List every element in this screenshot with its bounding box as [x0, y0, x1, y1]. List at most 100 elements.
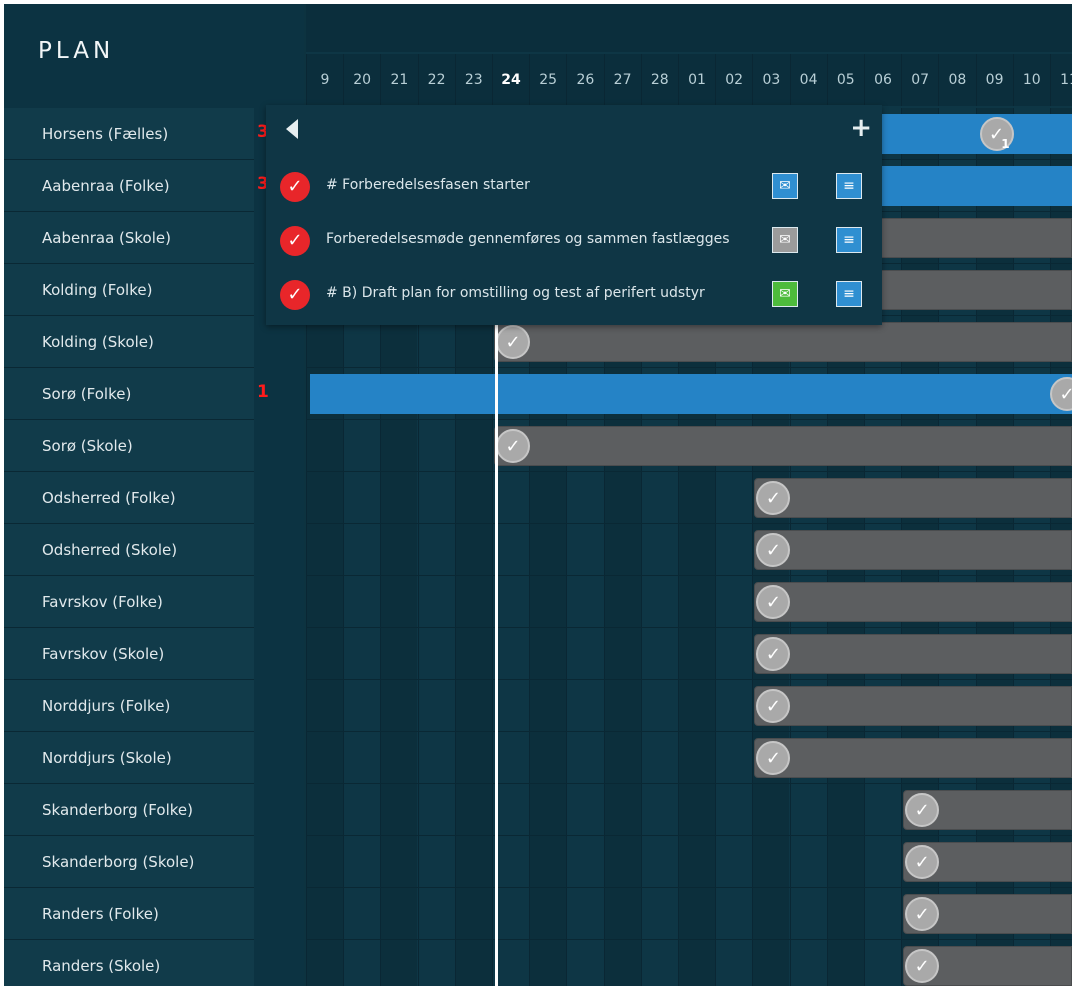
task-bar[interactable]: [494, 322, 1072, 362]
row-label-text: Sorø (Skole): [42, 437, 133, 455]
sidebar-row-label[interactable]: Aabenraa (Skole): [4, 212, 254, 264]
date-header-cell: 28: [640, 54, 678, 106]
row-count-badge: 1: [257, 382, 269, 402]
date-header-cell: 07: [901, 54, 938, 106]
milestone-sub-count: 1: [1001, 137, 1010, 151]
gantt-header: [306, 4, 1072, 52]
sidebar-row-label[interactable]: Kolding (Skole): [4, 316, 254, 368]
sidebar-row-label[interactable]: Aabenraa (Folke) 3: [4, 160, 269, 212]
row-label-text: Aabenraa (Skole): [42, 229, 171, 247]
sidebar: PLAN Horsens (Fælles) 3 Aabenraa (Folke) 3 A…: [4, 4, 304, 986]
sidebar-row-label[interactable]: Favrskov (Skole): [4, 628, 254, 680]
task-bar[interactable]: [754, 530, 1072, 570]
milestone-check-icon[interactable]: ✓: [496, 429, 530, 463]
sidebar-row-label[interactable]: Randers (Folke): [4, 888, 254, 940]
sidebar-row-label[interactable]: Sorø (Folke) 1: [4, 368, 269, 420]
document-icon[interactable]: ≡: [836, 227, 862, 253]
date-label: 07: [911, 72, 930, 88]
task-bar[interactable]: [754, 686, 1072, 726]
document-icon[interactable]: ≡: [836, 281, 862, 307]
date-label: 20: [353, 72, 372, 88]
row-label-text: Kolding (Skole): [42, 333, 154, 351]
task-row[interactable]: ✓ # Forberedelsesfasen starter ✉ ≡: [266, 161, 882, 211]
task-bar[interactable]: [866, 166, 1072, 206]
task-bar[interactable]: [310, 374, 1072, 414]
task-popup: + ✓ # Forberedelsesfasen starter ✉ ≡ ✓ Forber…: [266, 105, 882, 325]
sidebar-row-label[interactable]: Randers (Skole): [4, 940, 254, 986]
sidebar-row-label[interactable]: Favrskov (Folke): [4, 576, 254, 628]
sidebar-row-label[interactable]: Sorø (Skole): [4, 420, 254, 472]
date-header-cell: 9: [306, 54, 343, 106]
mail-icon[interactable]: ✉: [772, 227, 798, 253]
page-title: PLAN: [38, 38, 115, 64]
task-bar[interactable]: [866, 218, 1072, 258]
milestone-check-icon[interactable]: ✓1: [979, 117, 1014, 151]
date-label: 11: [1060, 72, 1072, 88]
task-bar[interactable]: [754, 582, 1072, 622]
date-header-cell: 09: [975, 54, 1013, 106]
date-label: 10: [1022, 72, 1041, 88]
date-label: 02: [725, 72, 744, 88]
task-bar[interactable]: [494, 426, 1072, 466]
task-bar[interactable]: [754, 738, 1072, 778]
mail-icon[interactable]: ✉: [772, 173, 798, 199]
row-label-text: Skanderborg (Folke): [42, 801, 193, 819]
back-arrow-icon[interactable]: [286, 119, 298, 139]
milestone-check-icon[interactable]: ✓: [905, 845, 940, 879]
row-label-text: Aabenraa (Folke): [42, 177, 170, 195]
sidebar-row-label[interactable]: Norddjurs (Folke): [4, 680, 254, 732]
row-label-text: Odsherred (Skole): [42, 541, 178, 559]
mail-icon[interactable]: ✉: [772, 281, 798, 307]
row-label-text: Skanderborg (Skole): [42, 853, 195, 871]
task-bar[interactable]: [754, 478, 1072, 518]
date-label: 23: [464, 72, 483, 88]
sidebar-row-label[interactable]: Skanderborg (Folke): [4, 784, 254, 836]
date-header-cell: 24: [492, 54, 529, 106]
document-icon[interactable]: ≡: [836, 173, 862, 199]
date-header-cell: 08: [938, 54, 975, 106]
sidebar-row-label[interactable]: Kolding (Folke): [4, 264, 254, 316]
row-label-text: Norddjurs (Folke): [42, 697, 171, 715]
date-label: 25: [539, 72, 558, 88]
milestone-check-icon[interactable]: ✓: [905, 897, 940, 931]
date-label: 09: [985, 72, 1004, 88]
task-bar[interactable]: [754, 634, 1072, 674]
plan-app: PLAN Horsens (Fælles) 3 Aabenraa (Folke) 3 A…: [4, 4, 1072, 986]
date-label: 21: [390, 72, 409, 88]
row-label-text: Sorø (Folke): [42, 385, 132, 403]
row-label-text: Favrskov (Folke): [42, 593, 163, 611]
date-header-cell: 02: [715, 54, 752, 106]
row-label-text: Randers (Skole): [42, 957, 161, 975]
task-bar[interactable]: [866, 270, 1072, 310]
sidebar-row-label[interactable]: Skanderborg (Skole): [4, 836, 254, 888]
task-done-check-icon[interactable]: ✓: [280, 226, 310, 256]
task-done-check-icon[interactable]: ✓: [280, 172, 310, 202]
date-header-cell: 25: [529, 54, 566, 106]
milestone-check-icon[interactable]: ✓: [905, 949, 940, 983]
task-row[interactable]: ✓ Forberedelsesmøde gennemføres og sammen…: [266, 215, 882, 265]
date-header-cell: 23: [454, 54, 492, 106]
date-header-cell: 10: [1012, 54, 1050, 106]
milestone-check-icon[interactable]: ✓: [496, 325, 530, 359]
task-done-check-icon[interactable]: ✓: [280, 280, 310, 310]
sidebar-row-label[interactable]: Norddjurs (Skole): [4, 732, 254, 784]
milestone-check-icon[interactable]: ✓: [905, 793, 940, 827]
date-header-row: 9 20 21 22 23 24 25 26 27 28 01 02 03 04 05 06 07 08 09 10 1…: [306, 54, 1072, 106]
date-label: 26: [576, 72, 595, 88]
date-header-cell: 22: [417, 54, 455, 106]
task-bar[interactable]: [866, 114, 1072, 154]
row-label-text: Favrskov (Skole): [42, 645, 165, 663]
task-text: # Forberedelsesfasen starter: [326, 177, 530, 193]
sidebar-row-label[interactable]: Odsherred (Folke): [4, 472, 254, 524]
date-header-cell: 03: [752, 54, 789, 106]
date-header-cell: 27: [603, 54, 641, 106]
date-label: 05: [836, 72, 855, 88]
sidebar-row-label[interactable]: Horsens (Fælles) 3: [4, 108, 269, 160]
date-header-cell: 11: [1050, 54, 1072, 106]
task-row[interactable]: ✓ # B) Draft plan for omstilling og test …: [266, 269, 882, 319]
sidebar-row-label[interactable]: Odsherred (Skole): [4, 524, 254, 576]
row-label-text: Odsherred (Folke): [42, 489, 176, 507]
add-task-button[interactable]: +: [850, 115, 872, 141]
date-label: 27: [613, 72, 632, 88]
row-label-list: Horsens (Fælles) 3 Aabenraa (Folke) 3 Aabenr…: [4, 108, 304, 986]
